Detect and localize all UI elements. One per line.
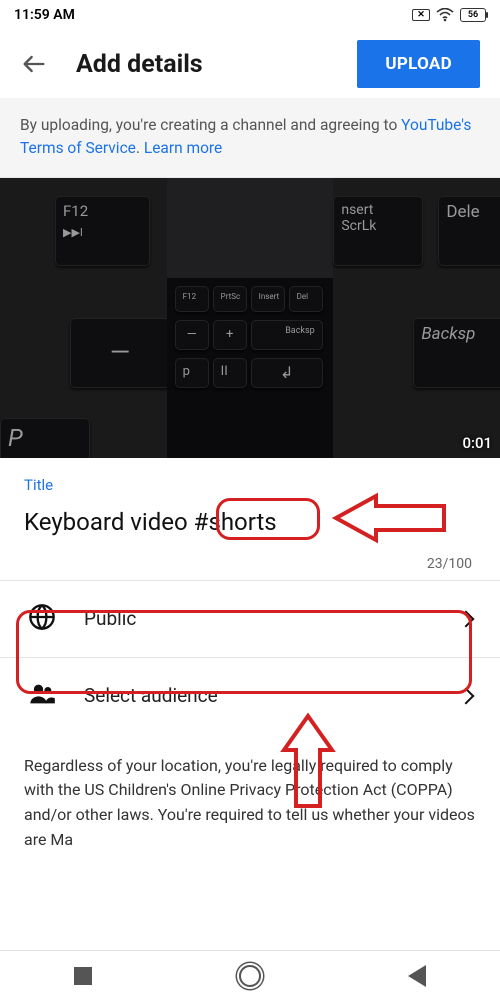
back-button[interactable] xyxy=(20,50,48,78)
status-bar: 11:59 AM ✕ 56 xyxy=(0,0,500,30)
navigation-bar xyxy=(0,950,500,1000)
agreement-notice: By uploading, you're creating a channel … xyxy=(0,98,500,178)
audience-row[interactable]: Select audience xyxy=(0,657,500,734)
audience-label: Select audience xyxy=(66,684,460,707)
nav-recent-icon[interactable] xyxy=(74,967,92,985)
upload-button[interactable]: UPLOAD xyxy=(357,40,480,88)
page-title: Add details xyxy=(76,50,329,79)
title-char-count: 23/100 xyxy=(24,556,476,572)
nav-back-icon[interactable] xyxy=(408,965,426,987)
title-label: Title xyxy=(24,476,476,494)
globe-icon xyxy=(28,603,66,635)
sim-icon: ✕ xyxy=(412,9,430,21)
video-duration: 0:01 xyxy=(462,434,492,452)
title-section: Title 23/100 xyxy=(0,458,500,580)
visibility-label: Public xyxy=(66,607,460,630)
chevron-right-icon xyxy=(458,687,475,704)
visibility-row[interactable]: Public xyxy=(0,580,500,657)
wifi-icon xyxy=(436,8,454,22)
title-input[interactable] xyxy=(24,508,476,536)
people-icon xyxy=(28,680,66,712)
status-clock: 11:59 AM xyxy=(14,7,75,23)
chevron-right-icon xyxy=(458,610,475,627)
header-bar: Add details UPLOAD xyxy=(0,30,500,98)
video-preview[interactable]: F12▶▶I — P F12 PrtSc Insert Del — + Back… xyxy=(0,178,500,458)
status-indicators: ✕ 56 xyxy=(412,8,486,22)
learn-more-link[interactable]: Learn more xyxy=(144,139,222,157)
coppa-disclaimer: Regardless of your location, you're lega… xyxy=(0,734,500,873)
nav-home-icon[interactable] xyxy=(239,965,261,987)
battery-icon: 56 xyxy=(460,8,486,22)
